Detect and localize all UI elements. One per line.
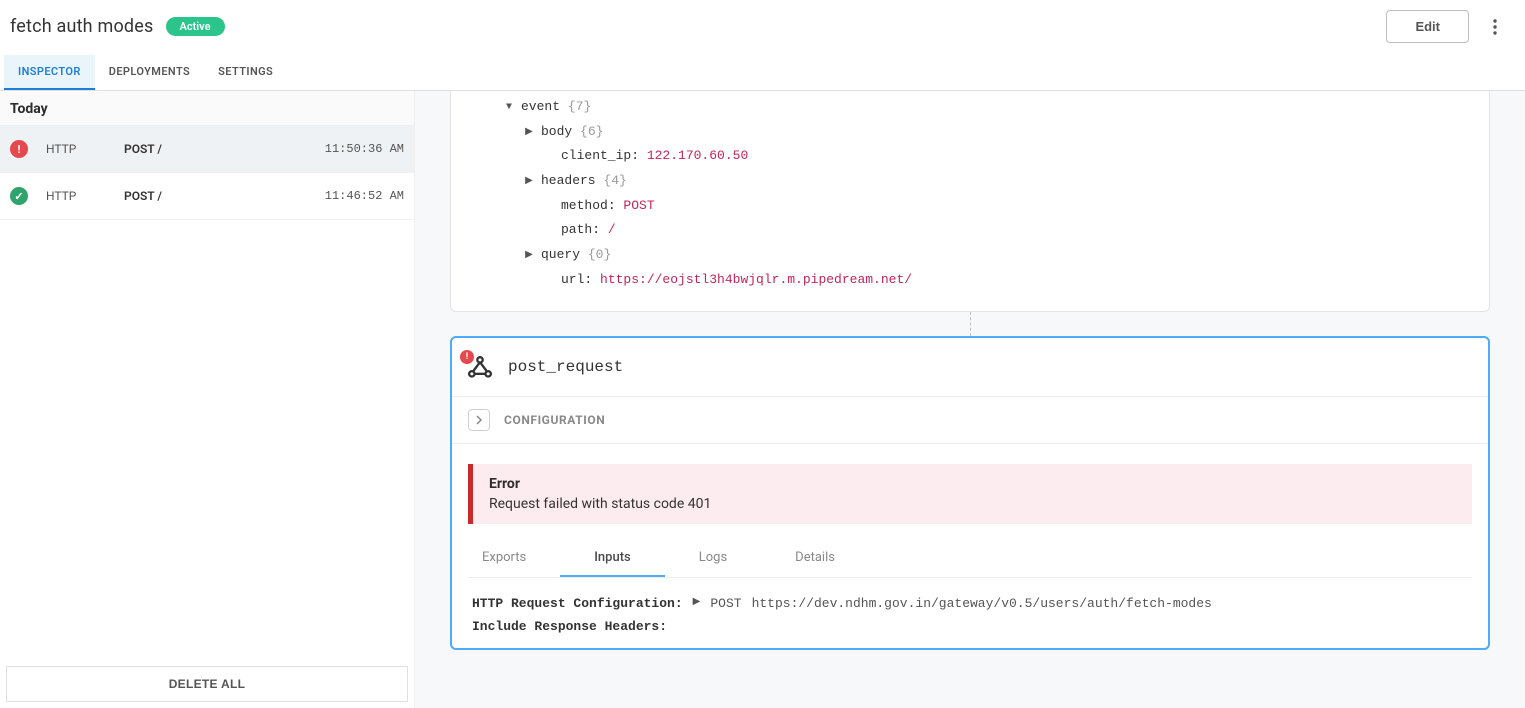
tree-row-body[interactable]: ▶ body {6} (451, 120, 1489, 145)
tabstrip: INSPECTOR DEPLOYMENTS SETTINGS (0, 55, 1525, 91)
inputs-panel: HTTP Request Configuration: ▶ POST https… (468, 592, 1472, 639)
event-proto: HTTP (46, 189, 106, 203)
twisty-open-icon[interactable]: ▼ (503, 98, 515, 117)
tree-row-path[interactable]: path: / (451, 218, 1489, 243)
connector (450, 312, 1490, 336)
tree-row-query[interactable]: ▶ query {0} (451, 243, 1489, 268)
configuration-row[interactable]: CONFIGURATION (452, 397, 1488, 444)
kebab-icon (1487, 18, 1503, 36)
step-card: ! post_request (450, 336, 1490, 651)
subtab-exports[interactable]: Exports (468, 540, 560, 577)
tree-row-clientip[interactable]: client_ip: 122.170.60.50 (451, 144, 1489, 169)
topbar: fetch auth modes Active Edit (0, 0, 1525, 55)
status-error-icon: ! (10, 140, 28, 158)
subtab-logs[interactable]: Logs (665, 540, 761, 577)
step-subtabs: Exports Inputs Logs Details (468, 540, 1472, 578)
tree-row-headers[interactable]: ▶ headers {4} (451, 169, 1489, 194)
tab-deployments[interactable]: DEPLOYMENTS (95, 55, 204, 90)
step-header: ! post_request (452, 338, 1488, 397)
error-box: Error Request failed with status code 40… (468, 464, 1472, 524)
subtab-details[interactable]: Details (761, 540, 869, 577)
event-time: 11:50:36 AM (325, 142, 404, 156)
event-time: 11:46:52 AM (325, 189, 404, 203)
webhook-icon (466, 354, 494, 382)
step-title: post_request (508, 358, 623, 376)
tab-settings[interactable]: SETTINGS (204, 55, 287, 90)
event-tree-card: ▼ event {7} ▶ body {6} client_ip: 122.17… (450, 91, 1490, 312)
configuration-label: CONFIGURATION (504, 413, 605, 427)
body: Today ! HTTP POST / 11:50:36 AM ✓ HTTP P… (0, 91, 1525, 708)
event-row[interactable]: ✓ HTTP POST / 11:46:52 AM (0, 173, 414, 220)
twisty-closed-icon[interactable]: ▶ (693, 594, 701, 612)
twisty-closed-icon[interactable]: ▶ (523, 172, 535, 191)
error-title: Error (489, 476, 1456, 492)
tab-inspector[interactable]: INSPECTOR (4, 55, 95, 90)
workflow-title: fetch auth modes (10, 16, 154, 37)
event-list: Today ! HTTP POST / 11:50:36 AM ✓ HTTP P… (0, 91, 415, 708)
topbar-right: Edit (1386, 10, 1507, 43)
subtab-inputs[interactable]: Inputs (560, 540, 664, 577)
date-heading: Today (0, 91, 414, 126)
error-message: Request failed with status code 401 (489, 496, 1456, 512)
twisty-closed-icon[interactable]: ▶ (523, 123, 535, 142)
expand-configuration-button[interactable] (468, 409, 490, 431)
event-detail: ▼ event {7} ▶ body {6} client_ip: 122.17… (415, 91, 1525, 708)
event-tree: ▼ event {7} ▶ body {6} client_ip: 122.17… (451, 95, 1489, 293)
event-method-path: POST / (124, 189, 307, 203)
event-proto: HTTP (46, 142, 106, 156)
event-row[interactable]: ! HTTP POST / 11:50:36 AM (0, 126, 414, 173)
kebab-menu-button[interactable] (1483, 14, 1507, 40)
event-method-path: POST / (124, 142, 307, 156)
delete-all-button[interactable]: DELETE ALL (6, 666, 408, 702)
tree-row-method[interactable]: method: POST (451, 194, 1489, 219)
tree-row-event[interactable]: ▼ event {7} (451, 95, 1489, 120)
input-row-http-config[interactable]: HTTP Request Configuration: ▶ POST https… (472, 592, 1472, 615)
status-success-icon: ✓ (10, 187, 28, 205)
topbar-left: fetch auth modes Active (10, 16, 225, 37)
status-badge: Active (166, 17, 225, 36)
chevron-right-icon (474, 415, 484, 425)
input-row-include-headers[interactable]: Include Response Headers: (472, 615, 1472, 638)
tree-row-url[interactable]: url: https://eojstl3h4bwjqlr.m.pipedream… (451, 268, 1489, 293)
twisty-closed-icon[interactable]: ▶ (523, 246, 535, 265)
edit-button[interactable]: Edit (1386, 10, 1469, 43)
